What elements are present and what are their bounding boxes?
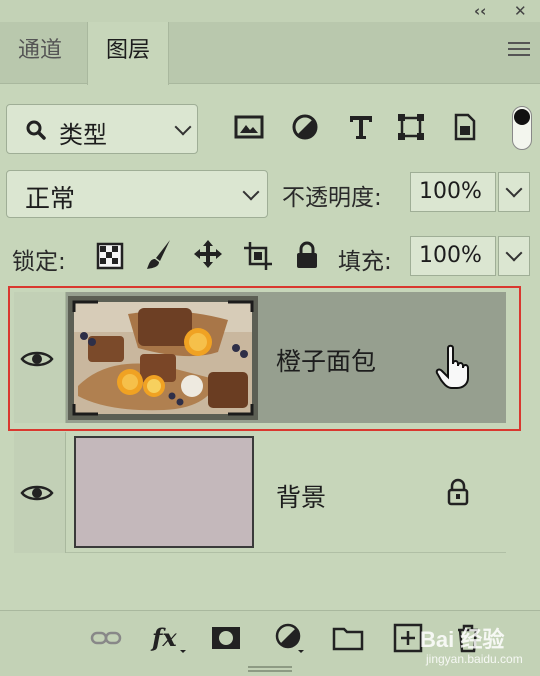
layer-name-orange-bread[interactable]: 橙子面包 (276, 342, 376, 378)
eye-icon (20, 485, 54, 501)
panel-menu-icon[interactable] (508, 42, 530, 60)
watermark-url: jingyan.baidu.com (426, 652, 523, 666)
lock-label: 锁定: (12, 249, 66, 275)
mask-icon[interactable] (210, 622, 242, 654)
filter-value: 类型 (59, 121, 107, 149)
close-panel-icon[interactable]: ✕ (514, 0, 527, 22)
chevron-down-icon (242, 183, 260, 201)
type-layer-filter-icon[interactable] (346, 112, 376, 142)
smart-object-filter-icon[interactable] (450, 112, 480, 142)
watermark-brand: Bai 经验 (420, 627, 505, 652)
shape-layer-filter-icon[interactable] (396, 112, 426, 142)
opacity-dropdown-button[interactable] (498, 172, 530, 212)
filter-toggle-switch[interactable] (512, 106, 532, 150)
fill-label: 填充: (338, 249, 392, 275)
adjustment-icon[interactable] (274, 622, 306, 654)
lock-position-icon[interactable] (192, 238, 224, 270)
link-icon[interactable] (90, 622, 122, 654)
watermark: Bai 经验 jingyan.baidu.com (418, 620, 538, 670)
fill-input[interactable]: 100% (410, 236, 496, 276)
tab-channels[interactable]: 通道 (0, 22, 80, 84)
adjustment-layer-filter-icon[interactable] (290, 112, 320, 142)
visibility-toggle[interactable] (14, 432, 66, 553)
lock-all-icon[interactable] (294, 240, 320, 270)
chevron-down-icon (505, 244, 523, 262)
tab-layers[interactable]: 图层 (87, 22, 170, 85)
fill-dropdown-button[interactable] (498, 236, 530, 276)
resize-grip[interactable] (248, 666, 292, 672)
prevent-auto-nesting-icon[interactable] (242, 240, 274, 272)
lock-transparent-pixels-icon[interactable] (96, 242, 124, 270)
blend-mode-value: 正常 (25, 184, 76, 213)
eye-icon (20, 351, 54, 367)
lock-image-pixels-icon[interactable] (144, 238, 174, 272)
blend-mode-select[interactable]: 正常 (6, 170, 268, 218)
search-icon (26, 120, 46, 140)
lock-icon (447, 478, 469, 506)
chevron-down-icon (174, 118, 192, 136)
hand-cursor-icon (435, 344, 469, 389)
panel-tabs: 通道 图层 (0, 22, 540, 85)
layer-thumbnail-background (74, 436, 254, 548)
layer-filter-select[interactable]: 类型 (6, 104, 198, 154)
layer-name-background[interactable]: 背景 (276, 478, 326, 514)
collapse-panel-icon[interactable]: ‹‹ (474, 0, 486, 22)
pixel-layer-filter-icon[interactable] (234, 112, 264, 142)
panel-top-strip (0, 0, 540, 22)
opacity-label: 不透明度: (282, 185, 382, 211)
folder-icon[interactable] (332, 622, 364, 654)
visibility-toggle[interactable] (14, 292, 66, 423)
opacity-input[interactable]: 100% (410, 172, 496, 212)
fx-icon[interactable]: fx (150, 622, 188, 654)
svg-text:fx: fx (150, 623, 177, 652)
chevron-down-icon (505, 180, 523, 198)
layer-thumbnail-orange-bread (68, 296, 258, 420)
